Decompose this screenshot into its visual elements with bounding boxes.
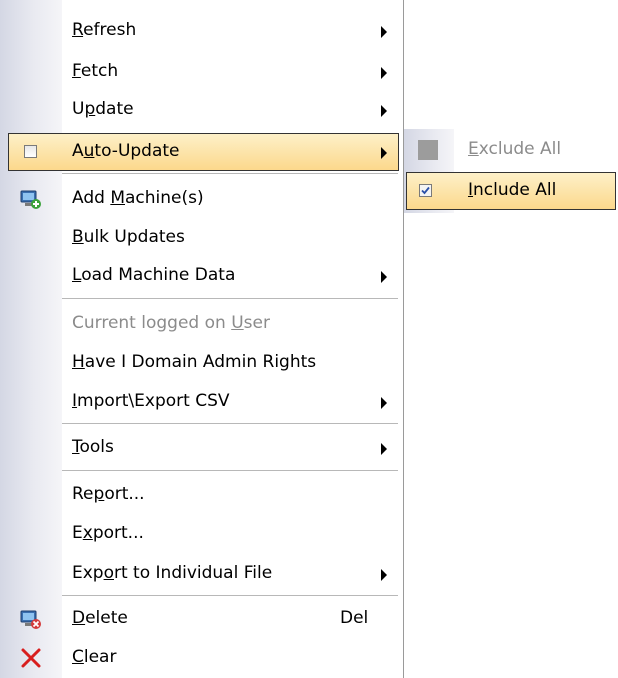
menu-item-label: Have I Domain Admin Rights [72,352,317,372]
menu-item-auto-update[interactable]: Auto-Update [8,133,399,171]
context-menu: Refresh Fetch Update Auto-Update Add Mac… [0,0,404,678]
menu-item-tools[interactable]: Tools [0,429,403,467]
menu-item-delete[interactable]: Delete Del [0,600,403,638]
submenu-arrow-icon [381,569,387,581]
menu-item-label: Import\Export CSV [72,391,230,411]
menu-item-add-machines[interactable]: Add Machine(s) [0,180,403,218]
menu-item-label: Update [72,99,134,119]
submenu-arrow-icon [381,26,387,38]
menu-item-label: Refresh [72,20,137,40]
menu-item-label: Bulk Updates [72,227,185,247]
menu-item-report[interactable]: Report... [0,476,403,514]
submenu-arrow-icon [381,105,387,117]
submenu-arrow-icon [381,271,387,283]
submenu-arrow-icon [381,67,387,79]
submenu-item-exclude-all: Exclude All [404,131,618,169]
delete-shortcut: Del [340,608,369,628]
auto-update-submenu: Exclude All Include All [404,129,618,213]
checkbox-checked-icon [419,184,432,197]
menu-item-fetch[interactable]: Fetch [0,53,403,91]
menu-item-label: Tools [72,437,114,457]
red-x-icon [21,648,41,668]
menu-item-domain-admin-rights[interactable]: Have I Domain Admin Rights [0,344,403,382]
menu-item-clear[interactable]: Clear [0,639,403,677]
computer-add-icon [20,190,41,209]
menu-item-label: Delete [72,608,128,628]
submenu-item-label: Include All [468,180,557,200]
menu-item-export-individual-file[interactable]: Export to Individual File [0,555,403,593]
menu-item-load-machine-data[interactable]: Load Machine Data [0,257,403,295]
menu-item-import-export-csv[interactable]: Import\Export CSV [0,383,403,421]
menu-separator [62,173,398,174]
submenu-item-label: Exclude All [468,139,562,159]
menu-item-refresh[interactable]: Refresh [0,12,403,50]
menu-item-label: Auto-Update [72,141,180,161]
menu-item-update[interactable]: Update [0,91,403,129]
menu-separator [62,423,398,424]
menu-item-label: Report... [72,484,145,504]
checkbox-icon [24,145,37,158]
menu-separator [62,470,398,471]
menu-separator [62,595,398,596]
menu-item-label: Fetch [72,61,119,81]
menu-item-label: Load Machine Data [72,265,236,285]
submenu-arrow-icon [381,147,387,159]
menu-item-label: Clear [72,647,117,667]
menu-item-current-logged-on-user: Current logged on User [0,305,403,343]
submenu-arrow-icon [381,397,387,409]
computer-delete-icon [20,610,41,629]
submenu-item-include-all[interactable]: Include All [406,172,616,210]
menu-item-export[interactable]: Export... [0,515,403,553]
menu-item-label: Add Machine(s) [72,188,204,208]
menu-item-bulk-updates[interactable]: Bulk Updates [0,219,403,257]
menu-separator [62,298,398,299]
menu-item-label: Current logged on User [72,313,270,333]
submenu-arrow-icon [381,443,387,455]
checkbox-indeterminate-icon [418,140,438,160]
menu-item-label: Export to Individual File [72,563,273,583]
menu-item-label: Export... [72,523,144,543]
